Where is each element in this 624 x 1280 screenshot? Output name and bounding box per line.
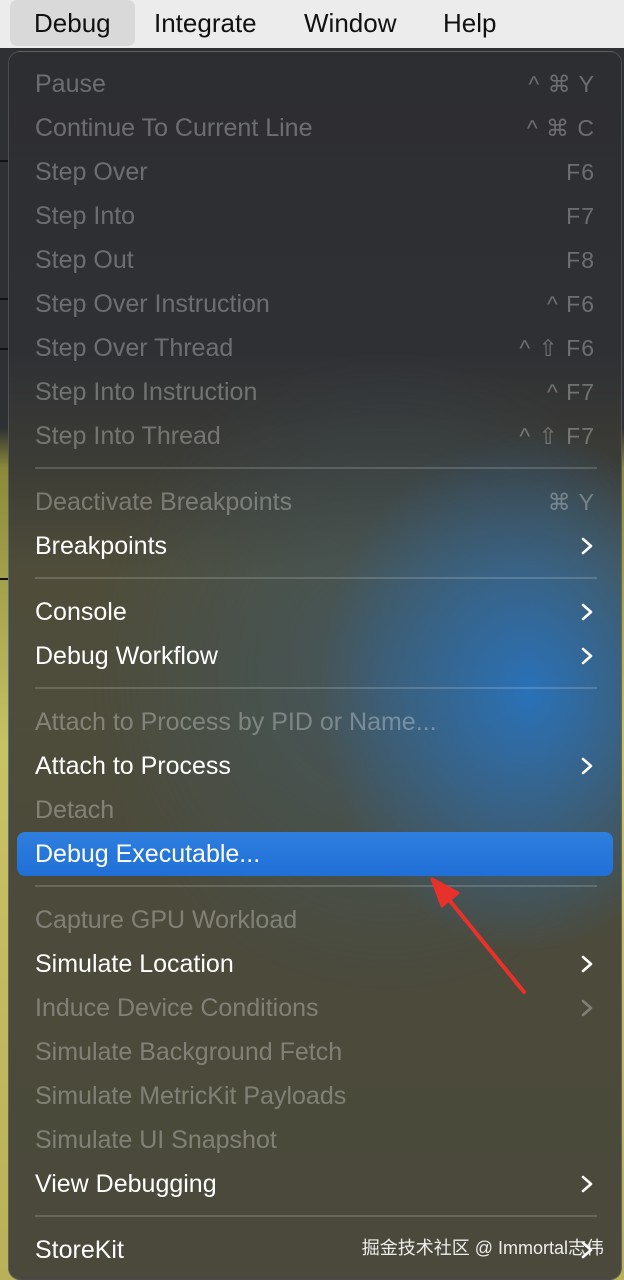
annotation-arrow-icon	[430, 877, 526, 994]
watermark-text: 掘金技术社区 @ Immortal志伟	[361, 1238, 604, 1258]
